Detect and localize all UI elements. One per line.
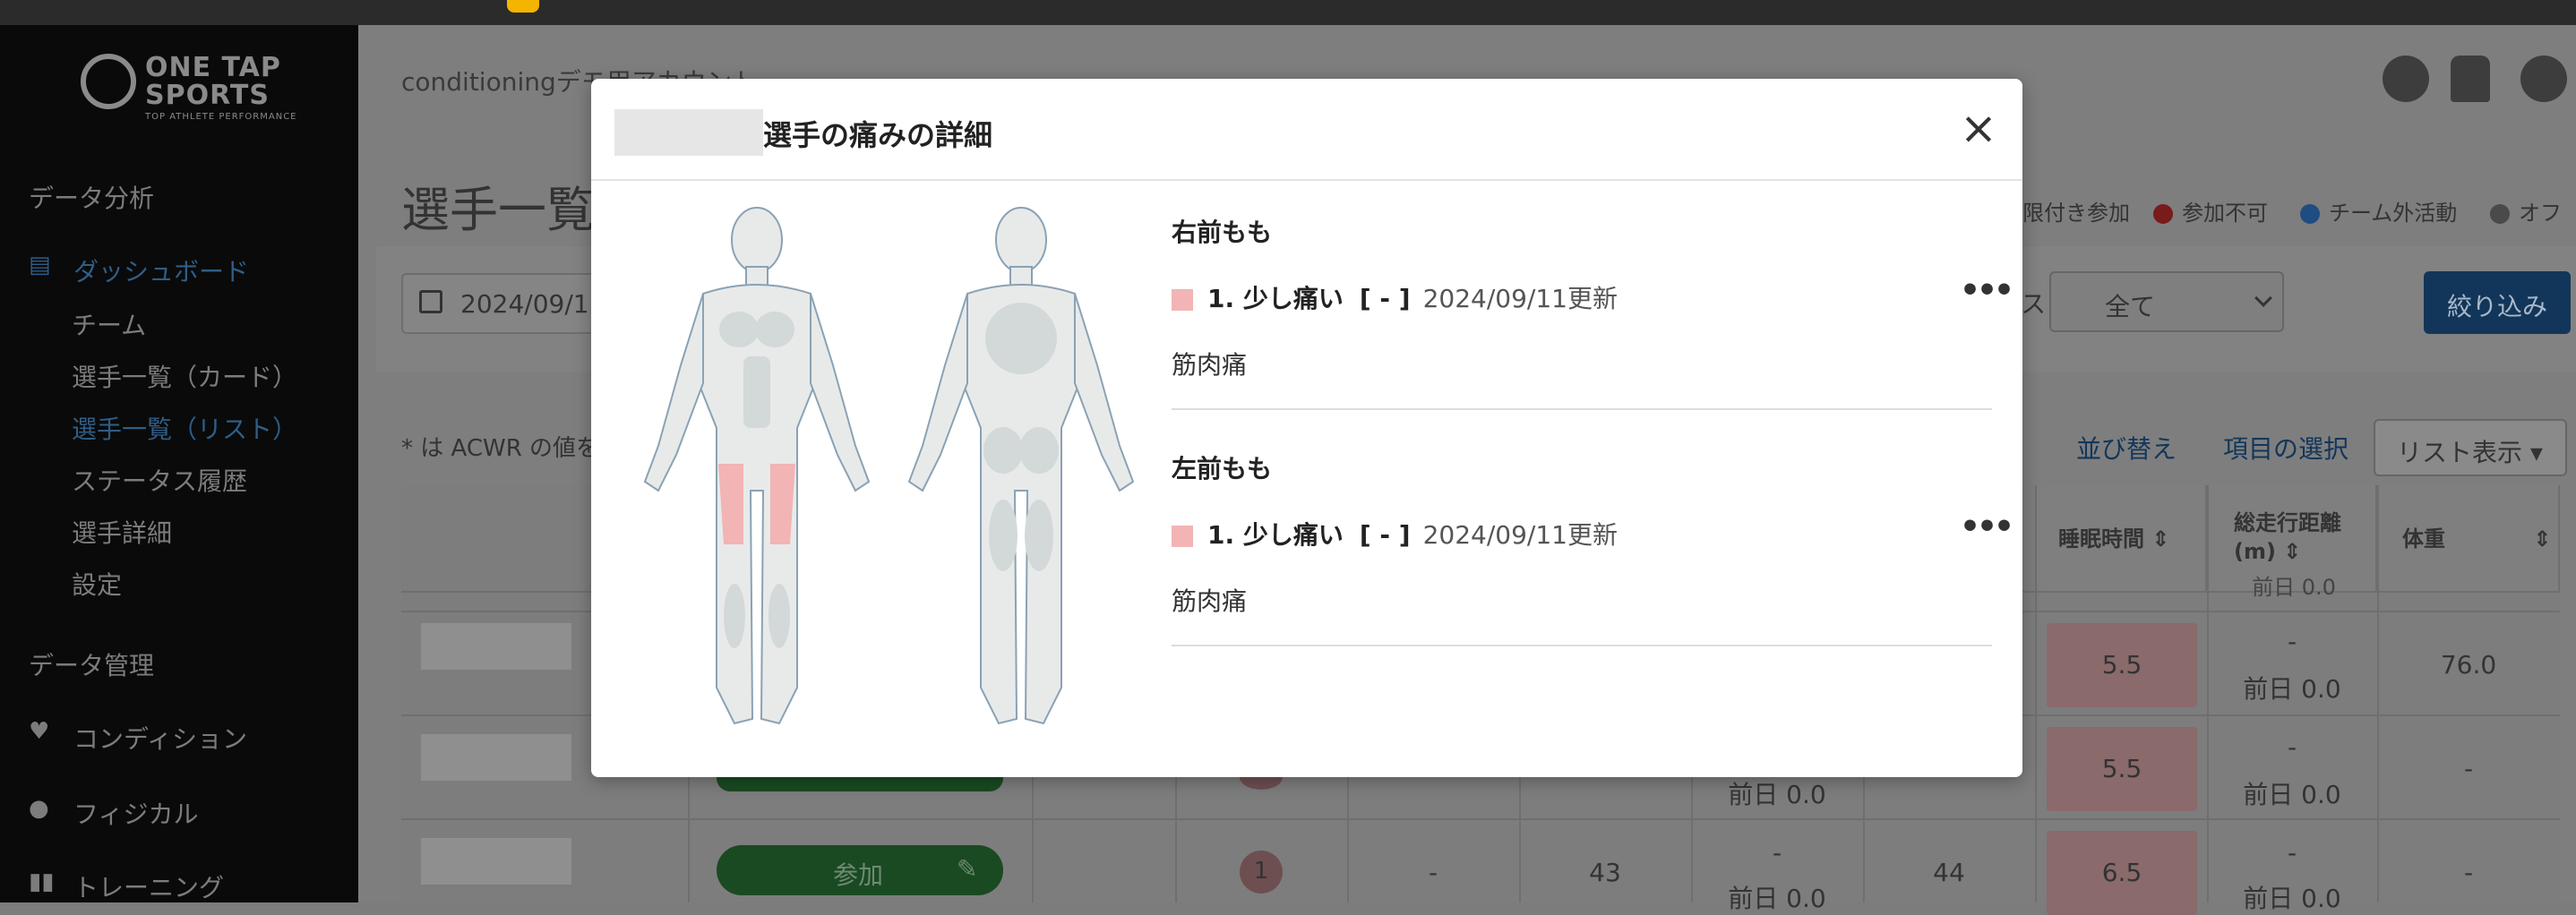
sidebar-item-player-detail[interactable]: 選手詳細 <box>72 514 172 550</box>
modal-title: 選手の痛みの詳細 <box>763 118 993 152</box>
col-divider <box>2035 485 2037 902</box>
sleep-cell: 5.5 <box>2047 623 2197 707</box>
page-title: 選手一覧 <box>401 182 595 238</box>
weight-cell: - <box>2463 754 2474 783</box>
sidebar-section-manage: データ管理 <box>29 651 155 680</box>
sidebar-item-physical[interactable]: フィジカル <box>73 795 198 831</box>
chat-icon[interactable] <box>2383 56 2429 102</box>
sleep-cell: 5.5 <box>2047 727 2197 811</box>
sidebar-item-player-card[interactable]: 選手一覧（カード） <box>72 358 297 394</box>
col-divider <box>2377 485 2379 902</box>
player-name-redacted[interactable] <box>421 623 571 670</box>
more-options-icon[interactable]: ••• <box>1960 509 2014 545</box>
pain-diagnosis: 筋肉痛 <box>1172 586 1248 616</box>
legend-outside: チーム外活動 <box>2300 195 2457 227</box>
logo-text-1: ONE TAP <box>145 52 281 83</box>
player-name-redacted <box>614 109 763 156</box>
table-cell: - <box>1772 838 1782 868</box>
pain-diagnosis: 筋肉痛 <box>1172 350 1248 380</box>
notification-dot <box>507 0 539 13</box>
sidebar-section-analysis: データ分析 <box>29 184 155 213</box>
legend-off: オフ <box>2490 195 2562 227</box>
table-cell: 43 <box>1589 858 1621 887</box>
filter-button[interactable]: 絞り込み <box>2424 271 2571 334</box>
filter-label-tail: ス <box>2021 289 2047 319</box>
severity-swatch <box>1172 289 1193 311</box>
top-strip <box>0 0 2576 25</box>
distance-cell: - <box>2287 732 2297 762</box>
distance-cell: - <box>2287 627 2297 656</box>
logo[interactable]: ONE TAP SPORTS TOP ATHLETE PERFORMANCE <box>81 40 313 139</box>
header-sleep[interactable]: 睡眠時間 ⇕ <box>2035 485 2207 591</box>
pain-severity-row: 1. 少し痛い[ - ] 2024/09/11更新 <box>1172 516 1618 552</box>
heart-pulse-icon: ♥ <box>29 718 50 745</box>
pain-part-label: 左前もも <box>1172 454 1273 483</box>
sidebar-item-player-list[interactable]: 選手一覧（リスト） <box>72 410 297 446</box>
sidebar-item-team[interactable]: チーム <box>72 306 146 342</box>
table-cell: - <box>1428 858 1438 887</box>
account-avatar-icon[interactable] <box>2520 56 2567 102</box>
distance-cell: - <box>2287 838 2297 868</box>
prev-value: 前日 0.0 <box>1728 780 1826 809</box>
logo-text-2: SPORTS <box>145 80 270 111</box>
logo-tagline: TOP ATHLETE PERFORMANCE <box>145 112 297 122</box>
player-name-redacted[interactable] <box>421 734 571 781</box>
modal-header: 選手の痛みの詳細 × <box>591 79 2022 181</box>
sidebar-item-condition[interactable]: コンディション <box>73 720 247 756</box>
table-divider <box>401 818 2560 820</box>
pain-severity-row: 1. 少し痛い[ - ] 2024/09/11更新 <box>1172 279 1618 315</box>
header-weight[interactable]: 体重 ⇕ <box>2377 485 2560 591</box>
table-cell-prev: 前日 0.0 <box>1728 884 1826 913</box>
filter-select[interactable]: 全て <box>2049 271 2284 332</box>
sort-link[interactable]: 並び替え <box>2076 430 2177 466</box>
player-name-redacted[interactable] <box>421 838 571 885</box>
bell-icon[interactable] <box>2451 56 2490 102</box>
dumbbell-icon: ▮▮ <box>29 868 55 895</box>
pain-badge[interactable]: 1 <box>1240 851 1283 894</box>
body-map-figure <box>643 207 1135 725</box>
weight-cell: 76.0 <box>2440 650 2497 680</box>
status-badge-join[interactable]: 参加 ✎ <box>717 845 1003 895</box>
id-card-icon: ▤ <box>29 252 51 278</box>
acwr-note: * は ACWR の値を <box>401 435 600 462</box>
legend-absent: 参加不可 <box>2153 195 2268 227</box>
sidebar-item-settings[interactable]: 設定 <box>72 566 122 602</box>
logo-flame-icon <box>81 54 136 109</box>
sidebar-item-status-history[interactable]: ステータス履歴 <box>72 462 247 498</box>
legend-limited: 限付き参加 <box>2022 201 2130 226</box>
user-circle-icon: ● <box>29 795 49 822</box>
severity-swatch <box>1172 526 1193 547</box>
pain-detail-modal: 選手の痛みの詳細 × 右前もも 1. 少し痛い [-] 2024/09/11… <box>591 79 2022 777</box>
sidebar-item-dashboard[interactable]: ダッシュボード <box>73 252 249 288</box>
view-mode-dropdown[interactable]: リスト表示 ▾ <box>2374 419 2567 476</box>
pencil-icon[interactable]: ✎ <box>957 854 977 884</box>
distance-prev: 前日 0.0 <box>2243 674 2341 704</box>
pain-part-label: 右前もも <box>1172 218 1273 247</box>
distance-prev: 前日 0.0 <box>2243 884 2341 913</box>
weight-cell: - <box>2463 858 2474 887</box>
entry-divider <box>1172 408 1992 410</box>
more-options-icon[interactable]: ••• <box>1960 272 2014 309</box>
table-cell: 44 <box>1933 858 1965 887</box>
distance-prev: 前日 0.0 <box>2243 780 2341 809</box>
calendar-icon <box>419 290 442 313</box>
partial-prev-value: 前日 0.0 <box>2252 575 2336 600</box>
select-items-link[interactable]: 項目の選択 <box>2223 430 2348 466</box>
sidebar-item-training[interactable]: トレーニング <box>73 868 224 904</box>
entry-divider <box>1172 645 1992 646</box>
close-icon[interactable]: × <box>1960 106 1997 150</box>
